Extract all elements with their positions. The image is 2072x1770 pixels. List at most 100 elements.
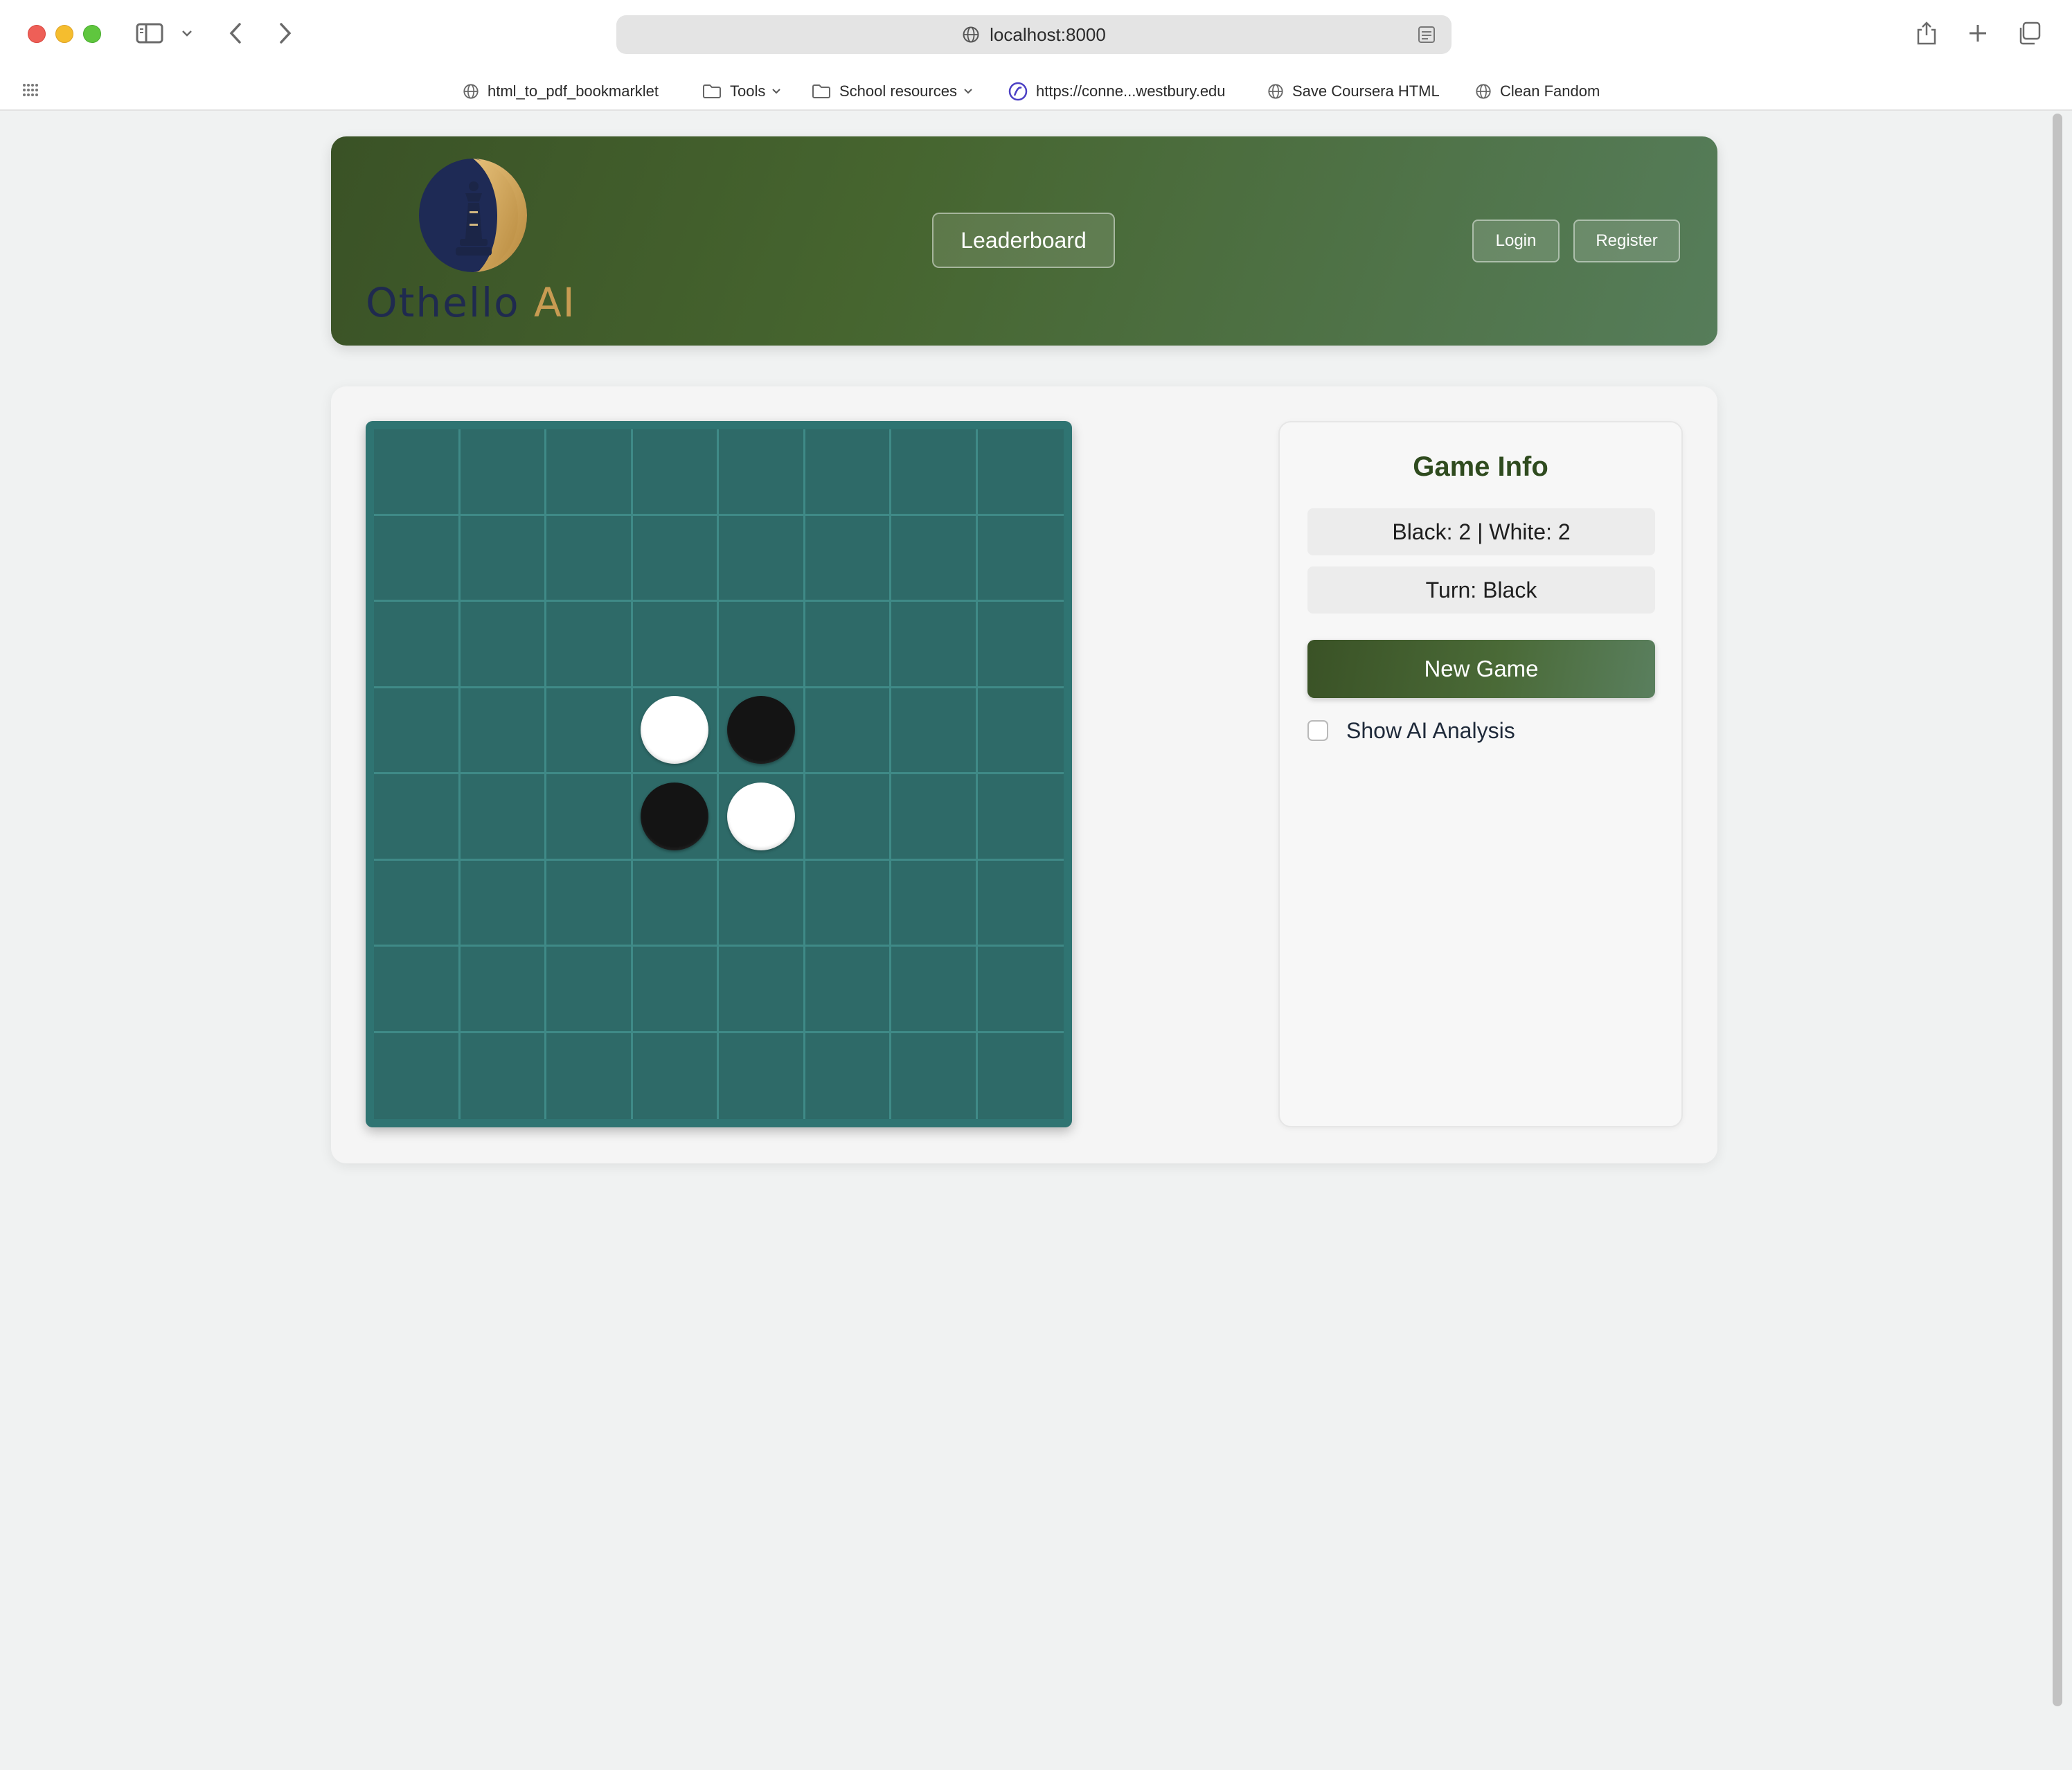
board-cell[interactable] bbox=[719, 947, 805, 1033]
bookmark-label: School resources bbox=[839, 82, 957, 100]
ai-analysis-toggle[interactable]: Show AI Analysis bbox=[1307, 713, 1515, 748]
minimize-window-button[interactable] bbox=[55, 25, 73, 43]
share-button[interactable] bbox=[1913, 14, 1940, 53]
othello-board bbox=[366, 421, 1072, 1127]
board-cell[interactable] bbox=[805, 515, 891, 602]
back-button[interactable] bbox=[222, 14, 249, 53]
board-cell[interactable] bbox=[891, 947, 978, 1033]
close-window-button[interactable] bbox=[28, 25, 46, 43]
board-cell[interactable] bbox=[977, 861, 1064, 947]
board-cell[interactable] bbox=[546, 688, 633, 774]
board-cell[interactable] bbox=[719, 688, 805, 774]
board-cell[interactable] bbox=[977, 774, 1064, 861]
board-cell[interactable] bbox=[891, 602, 978, 688]
board-cell[interactable] bbox=[891, 429, 978, 516]
white-disc bbox=[726, 782, 795, 850]
board-cell[interactable] bbox=[632, 429, 719, 516]
bookmark-folder-school-resources[interactable]: School resources bbox=[812, 78, 974, 105]
board-cell[interactable] bbox=[805, 688, 891, 774]
sidebar-menu-button[interactable] bbox=[179, 14, 195, 53]
board-cell[interactable] bbox=[460, 602, 546, 688]
board-cell[interactable] bbox=[977, 688, 1064, 774]
tab-overview-button[interactable] bbox=[2014, 14, 2044, 53]
board-cell[interactable] bbox=[719, 860, 805, 947]
chevron-down-icon bbox=[182, 30, 192, 37]
board-cell[interactable] bbox=[977, 602, 1064, 688]
board-cell[interactable] bbox=[374, 602, 461, 688]
leaderboard-button[interactable]: Leaderboard bbox=[932, 213, 1115, 268]
board-cell[interactable] bbox=[461, 1032, 546, 1119]
login-button[interactable]: Login bbox=[1472, 220, 1560, 262]
board-cell[interactable] bbox=[891, 515, 978, 602]
bookmark-html-to-pdf[interactable]: html_to_pdf_bookmarklet bbox=[463, 78, 659, 105]
board-cell[interactable] bbox=[546, 1032, 633, 1119]
chevron-down-icon bbox=[771, 87, 782, 96]
bookmark-save-coursera[interactable]: Save Coursera HTML bbox=[1267, 78, 1440, 105]
bookmark-folder-tools[interactable]: Tools bbox=[702, 78, 782, 105]
board-cell[interactable] bbox=[632, 774, 719, 861]
board-cell[interactable] bbox=[978, 1033, 1064, 1120]
board-cell[interactable] bbox=[805, 860, 891, 947]
board-cell[interactable] bbox=[977, 516, 1064, 602]
board-cell[interactable] bbox=[546, 602, 633, 688]
othello-ai-logo[interactable]: Othello AI bbox=[366, 156, 587, 329]
board-cell[interactable] bbox=[719, 1032, 805, 1119]
zoom-window-button[interactable] bbox=[83, 25, 101, 43]
board-cell[interactable] bbox=[633, 1032, 719, 1119]
register-button[interactable]: Register bbox=[1573, 220, 1680, 262]
board-cell[interactable] bbox=[891, 688, 978, 774]
board-cell[interactable] bbox=[460, 774, 546, 861]
board-cell[interactable] bbox=[805, 947, 891, 1033]
board-cell[interactable] bbox=[546, 429, 633, 516]
new-game-button[interactable]: New Game bbox=[1307, 640, 1655, 698]
board-cell[interactable] bbox=[374, 429, 461, 516]
board-cell[interactable] bbox=[977, 429, 1064, 516]
board-cell[interactable] bbox=[805, 429, 891, 516]
board-cell[interactable] bbox=[719, 515, 805, 602]
ai-analysis-label: Show AI Analysis bbox=[1346, 717, 1515, 743]
board-cell[interactable] bbox=[805, 602, 891, 688]
board-cell[interactable] bbox=[719, 774, 805, 861]
board-cell[interactable] bbox=[546, 515, 633, 602]
board-cell[interactable] bbox=[460, 947, 546, 1033]
board-cell[interactable] bbox=[719, 429, 805, 516]
board-cell[interactable] bbox=[460, 688, 546, 774]
board-cell[interactable] bbox=[891, 1032, 978, 1119]
bookmark-clean-fandom[interactable]: Clean Fandom bbox=[1475, 78, 1600, 105]
reader-mode-icon[interactable] bbox=[1417, 25, 1436, 44]
board-cell[interactable] bbox=[374, 860, 461, 947]
board-cell[interactable] bbox=[805, 774, 891, 861]
board-cell[interactable] bbox=[374, 774, 461, 861]
page-scrollbar[interactable] bbox=[2053, 114, 2062, 1706]
logo-mark-icon bbox=[419, 159, 527, 272]
board-cell[interactable] bbox=[977, 947, 1064, 1033]
bookmark-label: html_to_pdf_bookmarklet bbox=[488, 82, 659, 100]
board-cell[interactable] bbox=[632, 515, 719, 602]
site-header: Othello AI Leaderboard Login Register bbox=[331, 136, 1717, 346]
board-cell[interactable] bbox=[546, 774, 633, 861]
board-cell[interactable] bbox=[632, 688, 719, 774]
board-cell[interactable] bbox=[891, 860, 978, 947]
board-cell[interactable] bbox=[460, 515, 546, 602]
apps-grid-icon[interactable] bbox=[22, 83, 39, 100]
bookmark-westbury[interactable]: https://conne...westbury.edu bbox=[1008, 78, 1226, 105]
address-bar[interactable]: localhost:8000 bbox=[616, 15, 1452, 54]
forward-button[interactable] bbox=[271, 14, 299, 53]
board-cell[interactable] bbox=[546, 947, 633, 1033]
board-cell[interactable] bbox=[546, 860, 633, 947]
board-cell[interactable] bbox=[891, 774, 978, 861]
board-cell[interactable] bbox=[805, 1032, 891, 1119]
sidebar-toggle-button[interactable] bbox=[132, 14, 168, 53]
board-cell[interactable] bbox=[719, 602, 805, 688]
board-cell[interactable] bbox=[632, 602, 719, 688]
board-cell[interactable] bbox=[374, 947, 461, 1033]
board-cell[interactable] bbox=[374, 688, 461, 774]
new-tab-button[interactable] bbox=[1964, 14, 1992, 53]
ai-analysis-checkbox[interactable] bbox=[1307, 720, 1328, 741]
board-cell[interactable] bbox=[632, 860, 719, 947]
board-cell[interactable] bbox=[460, 429, 546, 516]
board-cell[interactable] bbox=[374, 1032, 461, 1119]
board-cell[interactable] bbox=[374, 515, 461, 602]
board-cell[interactable] bbox=[632, 947, 719, 1033]
board-cell[interactable] bbox=[460, 860, 546, 947]
